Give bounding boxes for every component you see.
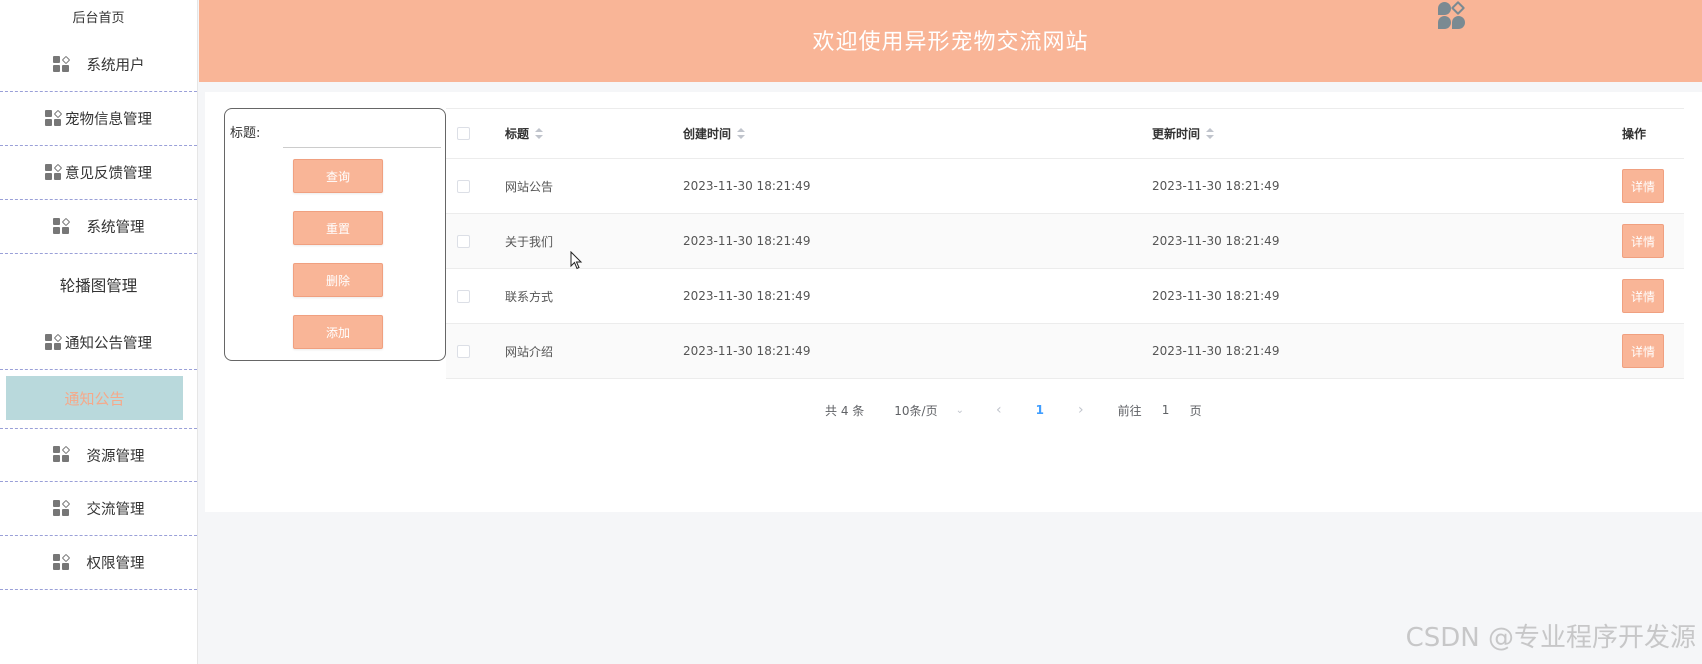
page-size-value: 10条/页 [894,403,938,418]
table-row: 网站介绍 2023-11-30 18:21:49 2023-11-30 18:2… [446,324,1684,379]
sidebar-item-label: 意见反馈管理 [65,166,152,182]
grid-icon [45,163,63,182]
sidebar-home-link[interactable]: 后台首页 [0,0,197,38]
detail-button[interactable]: 详情 [1622,279,1664,313]
sidebar-item-label: 交流管理 [86,502,145,518]
column-header-created[interactable]: 创建时间 [683,109,746,158]
cell-updated: 2023-11-30 18:21:49 [1152,234,1280,248]
row-checkbox[interactable] [457,214,471,268]
detail-button[interactable]: 详情 [1622,224,1664,258]
pagination: 共 4 条 10条/页 ⌄ ‹ 1 › 前往 1 页 [825,400,1202,420]
cell-updated: 2023-11-30 18:21:49 [1152,179,1280,193]
sidebar-item-label: 系统用户 [86,58,145,74]
table-row: 联系方式 2023-11-30 18:21:49 2023-11-30 18:2… [446,269,1684,324]
sidebar-subitem-notice-active[interactable]: 通知公告 [6,376,183,420]
sidebar-item-permissions[interactable]: 权限管理 [0,536,197,590]
cell-created: 2023-11-30 18:21:49 [683,289,811,303]
query-button[interactable]: 查询 [293,159,383,193]
page-title: 欢迎使用异形宠物交流网站 [812,30,1089,55]
title-search-label: 标题: [230,126,261,141]
sidebar-item-exchange[interactable]: 交流管理 [0,482,197,536]
grid-icon [52,217,71,236]
column-header-op: 操作 [1622,127,1647,141]
page-unit-label: 页 [1189,403,1202,418]
grid-icon [52,445,71,464]
grid-icon [52,499,71,518]
sidebar: 后台首页 系统用户 宠物信息管理 意见反馈管理 系统管理 轮播图管理 通知公告管… [0,0,198,664]
cell-title: 网站介绍 [505,344,554,359]
grid-icon [45,333,63,352]
sidebar-item-label: 通知公告管理 [65,336,152,352]
table-row: 关于我们 2023-11-30 18:21:49 2023-11-30 18:2… [446,214,1684,269]
goto-page-input[interactable]: 1 [1156,403,1176,417]
prev-page-icon[interactable]: ‹ [996,402,1002,418]
sort-icon[interactable] [1206,127,1215,140]
sidebar-item-pet-info[interactable]: 宠物信息管理 [0,92,197,146]
sidebar-item-label: 权限管理 [86,556,145,572]
grid-icon [45,109,63,128]
sort-icon[interactable] [535,127,544,140]
cell-created: 2023-11-30 18:21:49 [683,179,811,193]
sidebar-item-label: 系统管理 [86,220,145,236]
column-header-updated[interactable]: 更新时间 [1152,109,1215,158]
cell-title: 网站公告 [505,179,554,194]
goto-label: 前往 [1117,403,1142,418]
cell-created: 2023-11-30 18:21:49 [683,344,811,358]
current-page-number[interactable]: 1 [1036,403,1044,417]
cell-updated: 2023-11-30 18:21:49 [1152,344,1280,358]
column-header-label: 更新时间 [1152,127,1201,141]
sidebar-item-system-management[interactable]: 系统管理 [0,200,197,254]
page-size-select[interactable]: 10条/页 ⌄ [894,402,964,419]
row-checkbox[interactable] [457,269,471,323]
select-all-checkbox[interactable] [457,109,471,158]
column-header-title[interactable]: 标题 [505,109,544,158]
sidebar-item-system-users[interactable]: 系统用户 [0,38,197,92]
grid-icon [52,553,71,572]
row-checkbox[interactable] [457,324,471,378]
cell-created: 2023-11-30 18:21:49 [683,234,811,248]
table-header-row: 标题 创建时间 更新时间 操作 [446,109,1684,159]
add-button[interactable]: 添加 [293,315,383,349]
column-header-label: 标题 [505,127,530,141]
notice-table: 标题 创建时间 更新时间 操作 网站公告 2023-11-30 18:21:49… [446,108,1684,379]
title-search-input[interactable] [283,122,441,148]
column-header-label: 创建时间 [683,127,732,141]
mouse-cursor-icon [570,251,583,270]
sidebar-item-label: 资源管理 [86,448,145,465]
cell-updated: 2023-11-30 18:21:49 [1152,289,1280,303]
sidebar-item-feedback[interactable]: 意见反馈管理 [0,146,197,200]
top-header: 欢迎使用异形宠物交流网站 [199,0,1702,82]
next-page-icon[interactable]: › [1078,402,1084,418]
detail-button[interactable]: 详情 [1622,334,1664,368]
watermark: CSDN @专业程序开发源 [1405,623,1696,653]
table-row: 网站公告 2023-11-30 18:21:49 2023-11-30 18:2… [446,159,1684,214]
sidebar-item-carousel[interactable]: 轮播图管理 [0,254,197,316]
sidebar-item-notice[interactable]: 通知公告管理 [0,316,197,370]
sidebar-item-label: 宠物信息管理 [65,112,152,128]
cell-title: 联系方式 [505,289,554,304]
chevron-down-icon: ⌄ [955,404,964,416]
detail-button[interactable]: 详情 [1622,169,1664,203]
sidebar-item-label: 轮播图管理 [59,277,138,295]
cell-title: 关于我们 [505,234,554,249]
reset-button[interactable]: 重置 [293,211,383,245]
sort-icon[interactable] [737,127,746,140]
clover-logo-icon [1436,0,1466,32]
delete-button[interactable]: 删除 [293,263,383,297]
search-form: 标题: 查询 重置 删除 添加 [224,108,446,361]
grid-icon [52,55,71,74]
row-checkbox[interactable] [457,159,471,213]
pagination-total: 共 4 条 [825,403,865,418]
sidebar-item-resources[interactable]: 资源管理 [0,428,197,482]
